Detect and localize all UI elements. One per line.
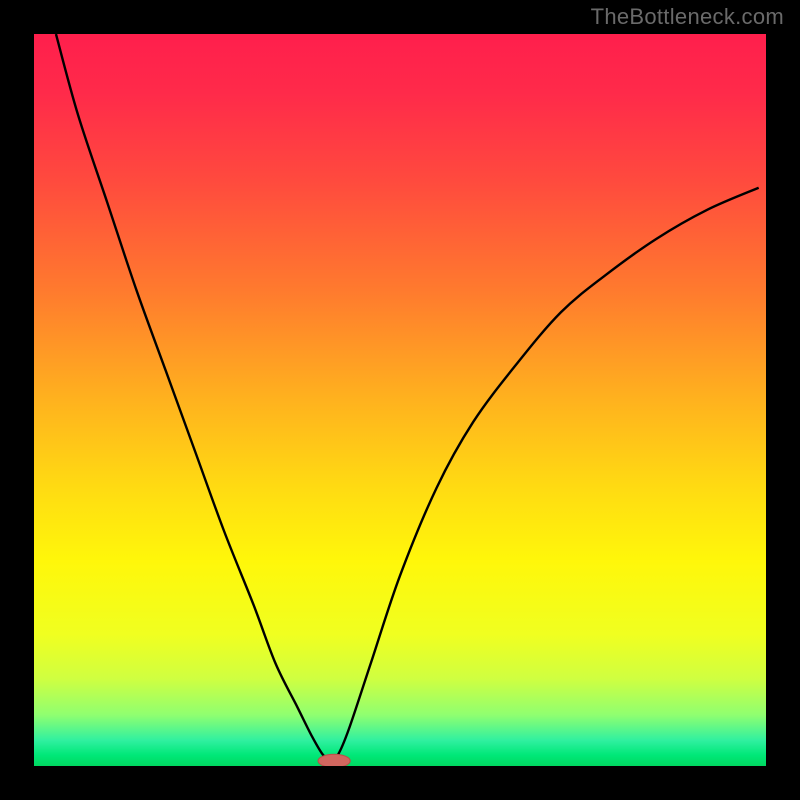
bottleneck-chart [34,34,766,766]
chart-frame: TheBottleneck.com [0,0,800,800]
optimal-point-marker [318,754,350,766]
gradient-background [34,34,766,766]
plot-area [34,34,766,766]
watermark-text: TheBottleneck.com [591,4,784,30]
